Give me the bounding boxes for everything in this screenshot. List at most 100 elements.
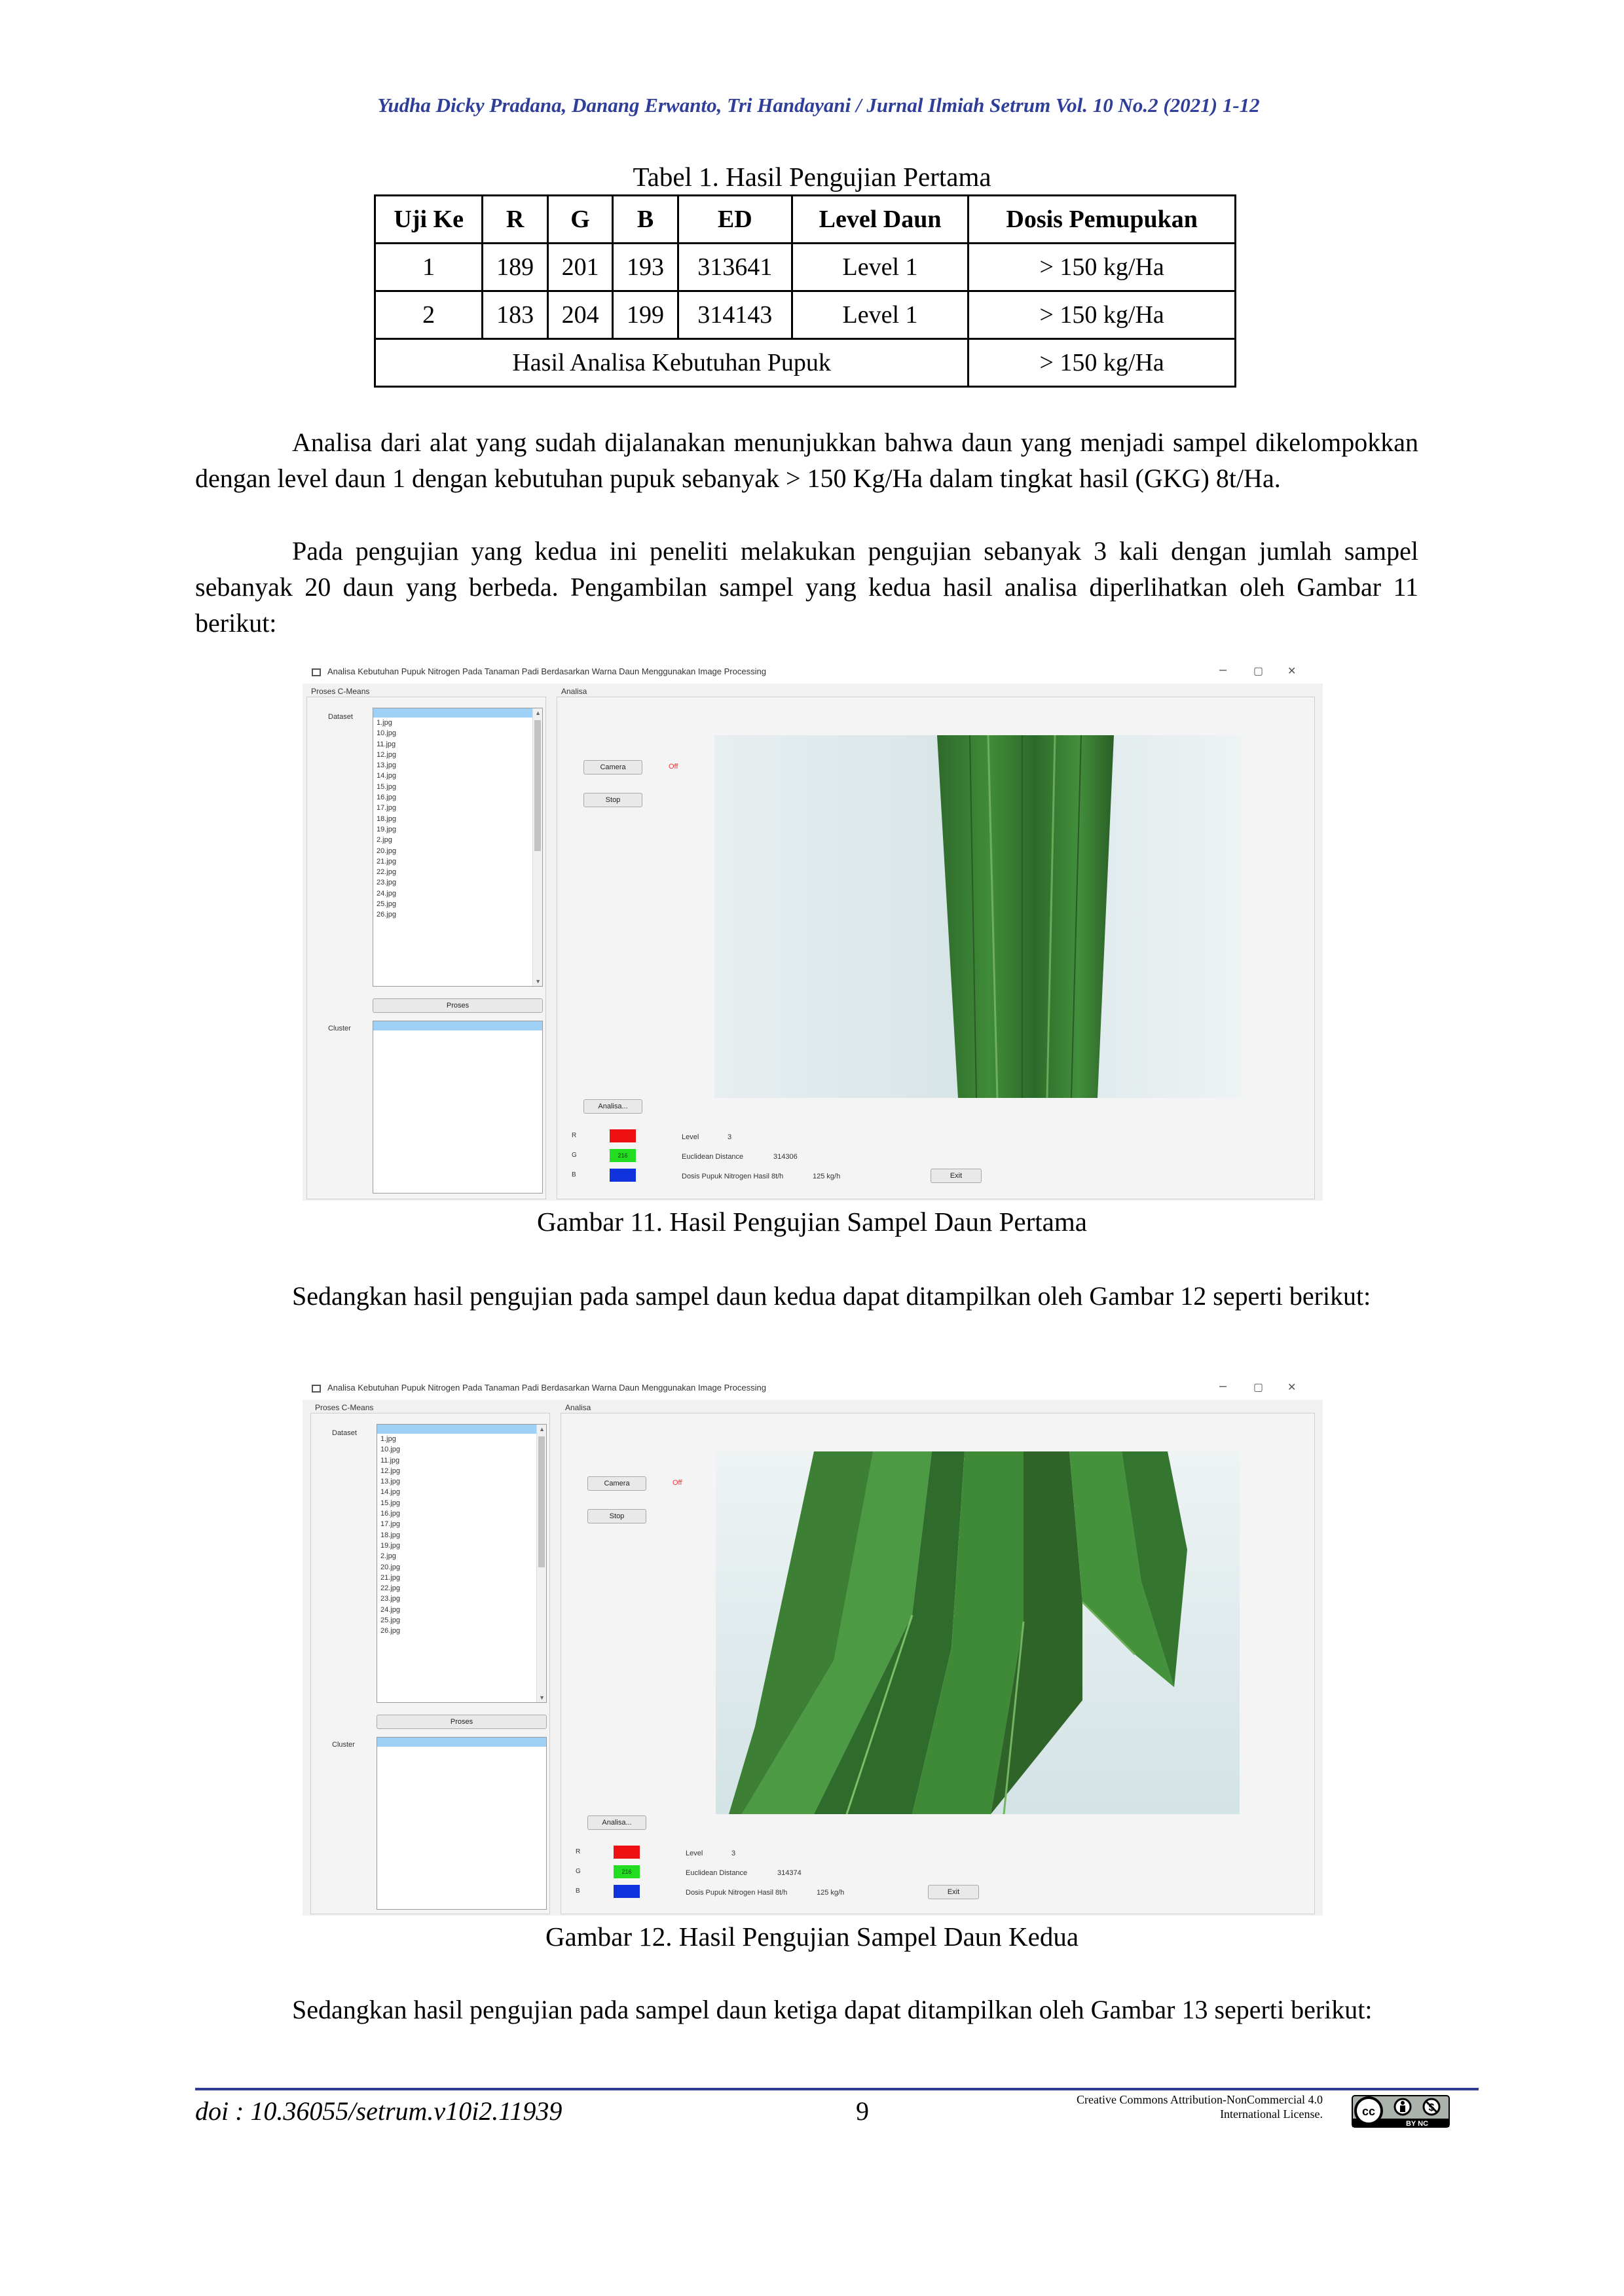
list-item[interactable]: 13.jpg [377, 1476, 546, 1487]
close-icon[interactable]: ✕ [1287, 665, 1296, 678]
list-item[interactable]: 2.jpg [373, 835, 542, 845]
table-cell: > 150 kg/Ha [967, 290, 1236, 340]
close-icon[interactable]: ✕ [1287, 1381, 1296, 1394]
proses-button[interactable]: Proses [373, 998, 543, 1013]
scrollbar[interactable]: ▲ ▼ [532, 708, 542, 986]
list-selection [377, 1738, 546, 1747]
list-item[interactable]: 12.jpg [373, 750, 542, 760]
list-item[interactable]: 18.jpg [377, 1530, 546, 1540]
license-text[interactable]: Creative Commons Attribution-NonCommerci… [1008, 2092, 1323, 2121]
matlab-figure-icon [312, 1385, 321, 1393]
camera-button[interactable]: Camera [583, 760, 642, 774]
exit-button[interactable]: Exit [928, 1885, 979, 1899]
table-cell: 189 [481, 242, 549, 292]
proses-button[interactable]: Proses [377, 1715, 547, 1729]
list-item[interactable]: 25.jpg [377, 1615, 546, 1626]
list-item[interactable]: 18.jpg [373, 814, 542, 824]
minimize-icon[interactable]: – [1219, 663, 1227, 678]
list-item[interactable]: 19.jpg [373, 824, 542, 835]
cluster-listbox[interactable] [377, 1737, 547, 1910]
leaf-sample-image [714, 735, 1242, 1098]
app-window-fig11: Analisa Kebutuhan Pupuk Nitrogen Pada Ta… [303, 660, 1323, 1201]
panel-analisa: Analisa Camera Off Stop Analisa... R G 2… [557, 687, 1315, 1199]
maximize-icon[interactable]: ▢ [1253, 1381, 1263, 1394]
cluster-listbox[interactable] [373, 1021, 543, 1194]
list-item[interactable]: 25.jpg [373, 899, 542, 909]
minimize-icon[interactable]: – [1219, 1379, 1227, 1394]
b-label: B [576, 1887, 580, 1895]
camera-button[interactable]: Camera [587, 1476, 646, 1491]
dataset-listbox[interactable]: 1.jpg 10.jpg 11.jpg 12.jpg 13.jpg 14.jpg… [373, 708, 543, 987]
list-item[interactable]: 22.jpg [373, 867, 542, 877]
scroll-down-icon[interactable]: ▼ [535, 978, 541, 985]
figure-11-caption: Gambar 11. Hasil Pengujian Sampel Daun P… [537, 1207, 1087, 1237]
scroll-up-icon[interactable]: ▲ [539, 1426, 545, 1432]
list-item[interactable]: 13.jpg [373, 760, 542, 771]
list-item[interactable]: 20.jpg [377, 1562, 546, 1573]
list-item[interactable]: 24.jpg [377, 1605, 546, 1615]
list-item[interactable]: 17.jpg [377, 1519, 546, 1529]
dataset-label: Dataset [328, 713, 353, 721]
list-item[interactable]: 1.jpg [377, 1434, 546, 1444]
window-title: Analisa Kebutuhan Pupuk Nitrogen Pada Ta… [327, 666, 766, 676]
list-item[interactable]: 10.jpg [373, 728, 542, 738]
scroll-thumb[interactable] [538, 1436, 545, 1567]
list-item[interactable]: 20.jpg [373, 846, 542, 856]
list-item[interactable]: 24.jpg [373, 888, 542, 899]
analisa-button[interactable]: Analisa... [583, 1099, 642, 1114]
list-item[interactable]: 10.jpg [377, 1444, 546, 1455]
table-cell: Level 1 [790, 290, 970, 340]
dataset-listbox[interactable]: 1.jpg 10.jpg 11.jpg 12.jpg 13.jpg 14.jpg… [377, 1424, 547, 1703]
panel-analisa: Analisa Camera Off Stop Analisa... R G 2… [561, 1403, 1315, 1914]
list-item[interactable]: 21.jpg [373, 856, 542, 867]
list-item[interactable]: 17.jpg [373, 803, 542, 813]
list-item[interactable]: 26.jpg [377, 1626, 546, 1636]
cc-by-nc-badge-icon[interactable]: cc $ BY NC [1352, 2095, 1450, 2128]
list-item[interactable]: 2.jpg [377, 1551, 546, 1561]
list-item[interactable]: 15.jpg [377, 1498, 546, 1508]
table-cell: 1 [373, 242, 484, 292]
exit-button[interactable]: Exit [931, 1169, 982, 1183]
list-item[interactable]: 11.jpg [377, 1455, 546, 1466]
paragraph-2-text: Pada pengujian yang kedua ini peneliti m… [195, 536, 1418, 638]
scroll-down-icon[interactable]: ▼ [539, 1694, 545, 1701]
stop-button[interactable]: Stop [583, 793, 642, 807]
blue-swatch [614, 1885, 640, 1898]
blue-swatch [610, 1169, 636, 1182]
leaf-sample-image [716, 1451, 1240, 1814]
list-item[interactable]: 22.jpg [377, 1583, 546, 1594]
list-item[interactable]: 14.jpg [377, 1487, 546, 1497]
level-value: 3 [728, 1133, 732, 1141]
list-item[interactable]: 23.jpg [377, 1594, 546, 1604]
analisa-button[interactable]: Analisa... [587, 1815, 646, 1830]
scroll-thumb[interactable] [534, 720, 541, 851]
list-item[interactable]: 12.jpg [377, 1466, 546, 1476]
list-item[interactable]: 21.jpg [377, 1573, 546, 1583]
list-item[interactable]: 16.jpg [377, 1508, 546, 1519]
list-item[interactable]: 14.jpg [373, 771, 542, 781]
panel-proses-cmeans: Proses C-Means Dataset 1.jpg 10.jpg 11.j… [310, 1403, 550, 1914]
table-cell: 2 [373, 290, 484, 340]
scrollbar[interactable]: ▲ ▼ [536, 1425, 546, 1702]
scroll-up-icon[interactable]: ▲ [535, 710, 541, 716]
doi[interactable]: doi : 10.36055/setrum.v10i2.11939 [195, 2096, 562, 2126]
window-title: Analisa Kebutuhan Pupuk Nitrogen Pada Ta… [327, 1383, 766, 1393]
col-header: G [546, 194, 614, 244]
list-item[interactable]: 1.jpg [373, 718, 542, 728]
maximize-icon[interactable]: ▢ [1253, 665, 1263, 678]
list-item[interactable]: 23.jpg [373, 877, 542, 888]
list-item[interactable]: 19.jpg [377, 1540, 546, 1551]
stop-button[interactable]: Stop [587, 1509, 646, 1523]
r-label: R [576, 1848, 581, 1855]
app-window-fig12: Analisa Kebutuhan Pupuk Nitrogen Pada Ta… [303, 1376, 1323, 1916]
license-line-1: Creative Commons Attribution-NonCommerci… [1077, 2093, 1323, 2106]
table-cell: 199 [612, 290, 679, 340]
list-item[interactable]: 15.jpg [373, 782, 542, 792]
panel-title: Proses C-Means [315, 1403, 374, 1412]
g-label: G [576, 1868, 581, 1875]
list-item[interactable]: 26.jpg [373, 909, 542, 920]
euclidean-label: Euclidean Distance [682, 1153, 744, 1161]
list-item[interactable]: 11.jpg [373, 739, 542, 750]
matlab-figure-icon [312, 668, 321, 676]
list-item[interactable]: 16.jpg [373, 792, 542, 803]
